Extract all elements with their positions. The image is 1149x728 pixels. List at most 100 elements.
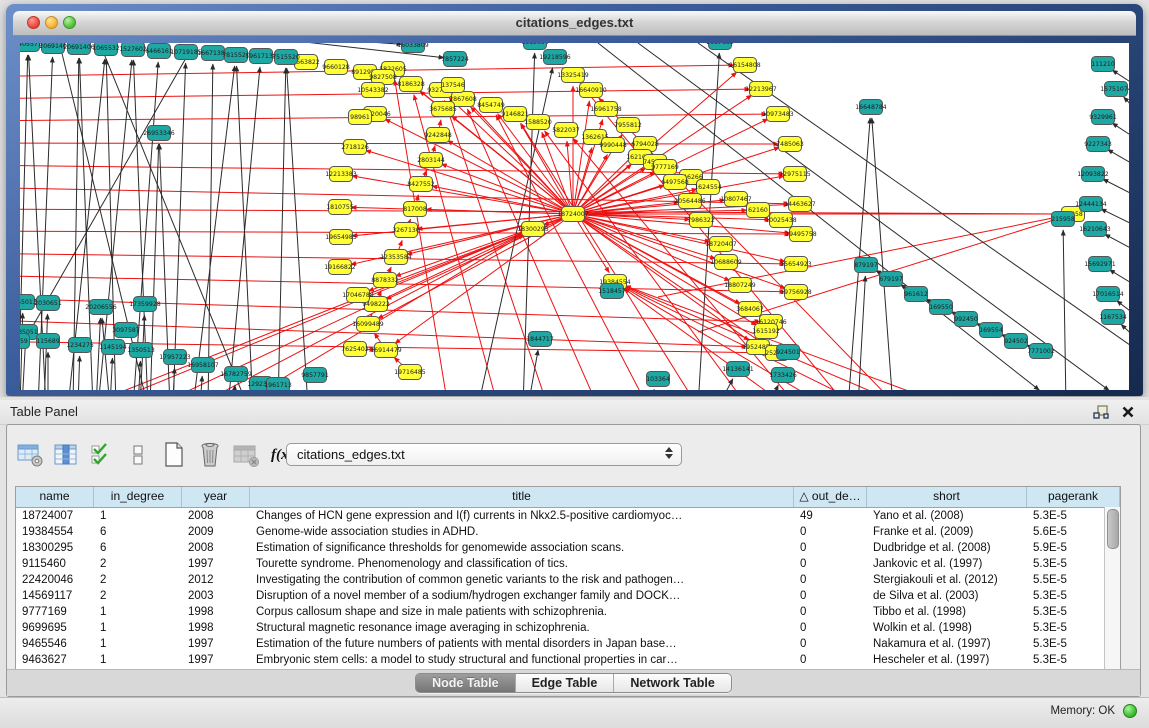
graph-node[interactable]: 20206556 [85, 300, 117, 315]
graph-node[interactable]: 1145194 [99, 340, 127, 355]
graph-node[interactable]: 9990448 [599, 138, 627, 153]
delete-rows-icon[interactable] [195, 440, 225, 470]
table-settings-icon[interactable] [15, 440, 45, 470]
graph-node[interactable]: 2030651 [34, 296, 62, 311]
graph-node[interactable]: 16210643 [1079, 222, 1111, 237]
graph-node[interactable]: 7986322 [687, 213, 715, 228]
table-row[interactable]: 1938455462009Genome-wide association stu… [16, 524, 1120, 540]
graph-node[interactable]: 16648784 [855, 100, 887, 115]
graph-node[interactable]: 62160 [747, 203, 770, 218]
graph-node[interactable]: 18300295 [517, 222, 549, 237]
graph-node[interactable]: 12213383 [325, 167, 357, 182]
graph-node[interactable]: 9777169 [651, 160, 679, 175]
graph-node[interactable]: 20691406 [63, 43, 95, 55]
graph-node[interactable]: 19495758 [785, 227, 817, 242]
graph-node[interactable]: 6497568 [661, 175, 689, 190]
graph-node[interactable]: 215958 [1051, 212, 1075, 227]
graph-node[interactable]: 15751074 [1100, 82, 1129, 97]
graph-node[interactable]: 879197 [854, 258, 878, 273]
graph-node[interactable]: 1065532 [92, 43, 120, 56]
graph-node[interactable]: 17957223 [159, 350, 191, 365]
tab-edge-table[interactable]: Edge Table [516, 674, 615, 692]
table-row[interactable]: 1872400712008Changes of HCN gene express… [16, 508, 1120, 524]
graph-node[interactable]: 8878332 [371, 273, 399, 288]
graph-node[interactable]: 98961 [349, 110, 372, 125]
graph-node[interactable]: 10025438 [765, 213, 797, 228]
close-panel-icon[interactable] [1121, 405, 1135, 419]
graph-node[interactable]: 2687682 [706, 43, 734, 50]
graph-node[interactable]: 10688609 [710, 255, 742, 270]
graph-node[interactable]: 7625402 [341, 342, 369, 357]
graph-node[interactable]: 3684067 [736, 302, 764, 317]
graph-node[interactable]: 1733426 [769, 368, 797, 383]
graph-node[interactable]: 16033809 [397, 43, 429, 53]
column-header-in_degree[interactable]: in_degree [94, 487, 182, 507]
graph-node[interactable]: 9227343 [1084, 137, 1112, 152]
graph-node[interactable]: 679197 [879, 272, 903, 287]
graph-node[interactable]: 5822037 [552, 123, 580, 138]
graph-node[interactable]: 15654923 [780, 257, 812, 272]
vertical-scrollbar[interactable] [1104, 507, 1120, 670]
graph-node[interactable]: 16154808 [729, 58, 761, 73]
graph-node[interactable]: 1844717 [526, 332, 554, 347]
graph-node[interactable]: 817008 [403, 202, 427, 217]
graph-node[interactable]: 18724007 [557, 207, 589, 222]
graph-node[interactable]: 15692971 [1084, 257, 1116, 272]
graph-node[interactable]: 8186328 [397, 77, 425, 92]
graph-node[interactable]: 19166822 [324, 260, 356, 275]
graph-node[interactable]: 7955812 [614, 118, 642, 133]
graph-node[interactable]: 17016514 [1092, 287, 1124, 302]
graph-node[interactable]: 7485063 [776, 137, 804, 152]
graph-node[interactable]: 3267130 [392, 223, 420, 238]
rows-icon[interactable] [123, 440, 153, 470]
graph-node[interactable]: 18807249 [724, 278, 756, 293]
graph-node[interactable]: 13325419 [557, 68, 589, 83]
graph-node[interactable]: 39159 [20, 334, 30, 349]
delete-table-icon[interactable] [231, 440, 261, 470]
graph-node[interactable]: 115689 [36, 334, 60, 349]
graph-node[interactable]: 19218596 [539, 50, 571, 65]
graph-node[interactable]: 26953346 [143, 126, 175, 141]
graph-node[interactable]: 19716485 [394, 365, 426, 380]
graph-node[interactable]: 7515520 [272, 50, 300, 65]
graph-node[interactable]: 16958107 [187, 358, 219, 373]
graph-node[interactable]: 1615192 [752, 324, 780, 339]
graph-node[interactable]: 19654985 [325, 230, 357, 245]
graph-node[interactable]: 8427552 [407, 177, 435, 192]
network-canvas[interactable]: 1872400718300295193845542242004613325419… [20, 43, 1129, 390]
table-selector-dropdown[interactable]: citations_edges.txt [286, 443, 682, 466]
column-header-out_de[interactable]: △ out_de… [794, 487, 867, 507]
tab-node-table[interactable]: Node Table [416, 674, 515, 692]
graph-node[interactable]: 17046788 [342, 288, 374, 303]
graph-node[interactable]: 1810755 [326, 200, 354, 215]
table-row[interactable]: 977716911998Corpus callosum shape and si… [16, 604, 1120, 620]
graph-node[interactable]: 103364 [646, 372, 670, 387]
graph-node[interactable]: 1624554 [694, 180, 722, 195]
table-row[interactable]: 946362711997Embryonic stem cells: a mode… [16, 652, 1120, 668]
graph-node[interactable]: 16640910 [575, 83, 607, 98]
graph-node[interactable]: 8813054 [521, 43, 549, 50]
graph-node[interactable]: 12444134 [1075, 197, 1107, 212]
graph-node[interactable]: 924502 [1004, 334, 1028, 349]
show-column-icon[interactable] [51, 440, 81, 470]
graph-node[interactable]: 3675685 [429, 102, 457, 117]
column-header-name[interactable]: name [16, 487, 94, 507]
graph-node[interactable]: 18720407 [705, 237, 737, 252]
graph-node[interactable]: 14136141 [722, 362, 754, 377]
graph-node[interactable]: 3097587 [112, 323, 140, 338]
graph-node[interactable]: 10543382 [357, 83, 389, 98]
graph-node[interactable]: 1234275 [66, 338, 94, 353]
graph-node[interactable]: 16782759 [220, 367, 252, 382]
graph-node[interactable]: 7857224 [441, 52, 469, 67]
graph-node[interactable]: 2803144 [417, 153, 445, 168]
graph-node[interactable]: 169550 [929, 300, 953, 315]
graph-node[interactable]: 2718126 [341, 140, 369, 155]
table-row[interactable]: 1456911722003Disruption of a novel membe… [16, 588, 1120, 604]
column-header-title[interactable]: title [250, 487, 794, 507]
graph-node[interactable]: 16914479 [370, 343, 402, 358]
graph-node[interactable]: 111210 [1091, 57, 1115, 72]
table-row[interactable]: 1830029562008Estimation of significance … [16, 540, 1120, 556]
graph-node[interactable]: 1527602 [119, 43, 147, 57]
graph-node[interactable]: 924501 [776, 345, 800, 360]
graph-node[interactable]: 20564486 [674, 194, 706, 209]
